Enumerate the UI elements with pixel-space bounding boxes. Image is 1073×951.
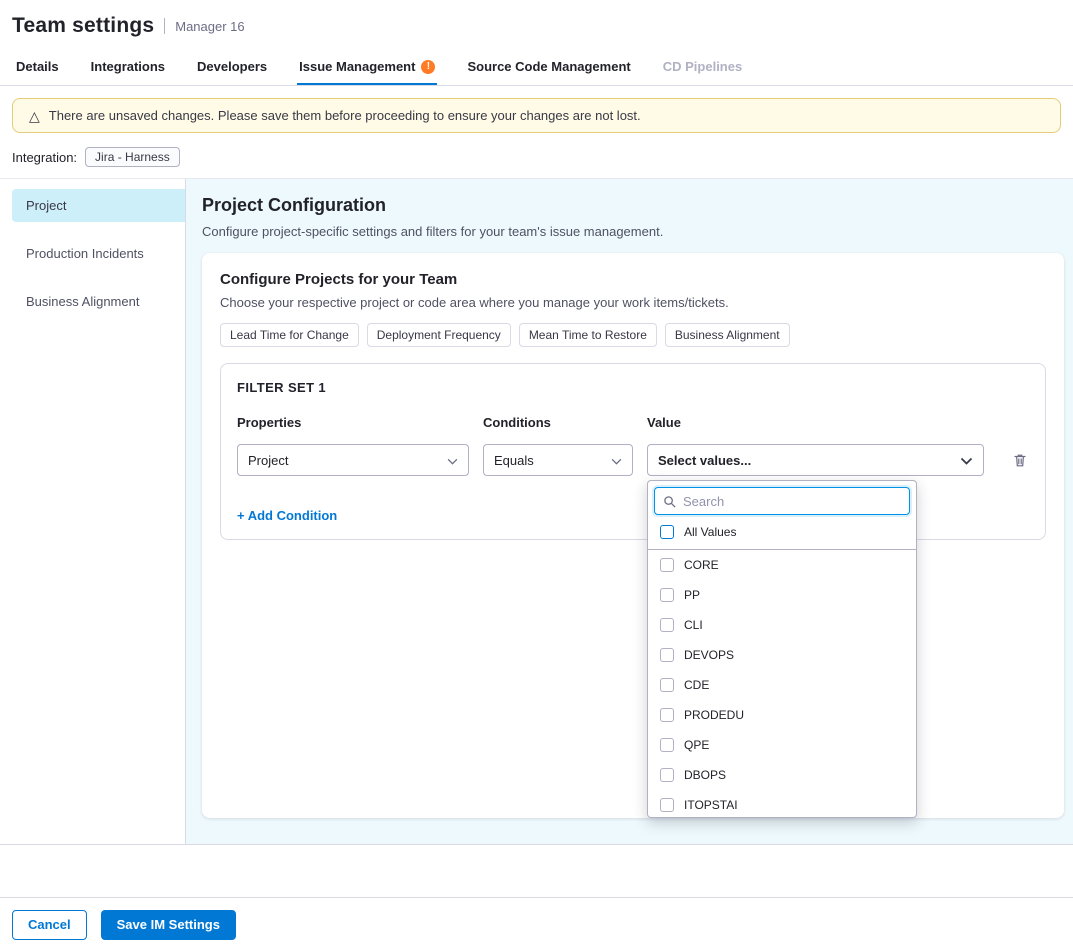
dropdown-option[interactable]: ITOPSTAI bbox=[648, 790, 916, 818]
condition-select-value: Equals bbox=[494, 453, 534, 468]
save-im-settings-button[interactable]: Save IM Settings bbox=[101, 910, 236, 940]
tab-bar: Details Integrations Developers Issue Ma… bbox=[0, 48, 1073, 86]
option-label: CDE bbox=[684, 678, 709, 692]
dropdown-option[interactable]: QPE bbox=[648, 730, 916, 760]
delete-filter-row-button[interactable] bbox=[1012, 452, 1028, 469]
tab-label: Developers bbox=[197, 59, 267, 74]
integration-row: Integration: Jira - Harness bbox=[0, 145, 1073, 179]
properties-column-header: Properties bbox=[237, 415, 469, 430]
tab-cd-pipelines: CD Pipelines bbox=[661, 48, 744, 85]
tab-label: Source Code Management bbox=[467, 59, 630, 74]
condition-select[interactable]: Equals bbox=[483, 444, 633, 476]
metric-chip: Deployment Frequency bbox=[367, 323, 511, 347]
option-label: DBOPS bbox=[684, 768, 726, 782]
page-title: Team settings bbox=[12, 14, 154, 38]
tab-label: Integrations bbox=[91, 59, 165, 74]
checkbox[interactable] bbox=[660, 708, 674, 722]
value-select[interactable]: Select values... bbox=[647, 444, 984, 476]
value-dropdown-panel: All Values CORE PP bbox=[647, 480, 917, 818]
value-select-placeholder: Select values... bbox=[658, 453, 751, 468]
title-divider bbox=[164, 18, 165, 34]
card-subtitle: Choose your respective project or code a… bbox=[220, 295, 1046, 310]
dropdown-option[interactable]: DEVOPS bbox=[648, 640, 916, 670]
value-select-wrapper: Select values... bbox=[647, 444, 984, 476]
tab-label: CD Pipelines bbox=[663, 59, 742, 74]
configure-projects-card: Configure Projects for your Team Choose … bbox=[202, 253, 1064, 818]
sidebar-item-production-incidents[interactable]: Production Incidents bbox=[12, 237, 185, 270]
warning-icon: △︎ bbox=[29, 109, 40, 123]
dropdown-option[interactable]: PP bbox=[648, 580, 916, 610]
checkbox[interactable] bbox=[660, 648, 674, 662]
option-label: DEVOPS bbox=[684, 648, 734, 662]
dropdown-option[interactable]: CLI bbox=[648, 610, 916, 640]
checkbox[interactable] bbox=[660, 618, 674, 632]
dropdown-option[interactable]: CDE bbox=[648, 670, 916, 700]
filter-column-headers: Properties Conditions Value bbox=[237, 415, 1029, 430]
page-subtitle: Manager 16 bbox=[175, 19, 244, 34]
select-all-option[interactable]: All Values bbox=[648, 517, 916, 550]
metric-chip-row: Lead Time for Change Deployment Frequenc… bbox=[220, 323, 1046, 347]
tab-label: Details bbox=[16, 59, 59, 74]
tab-developers[interactable]: Developers bbox=[195, 48, 269, 85]
dropdown-search bbox=[654, 487, 910, 515]
tab-issue-management[interactable]: Issue Management ! bbox=[297, 48, 437, 85]
checkbox[interactable] bbox=[660, 678, 674, 692]
checkbox[interactable] bbox=[660, 558, 674, 572]
option-label: ITOPSTAI bbox=[684, 798, 738, 812]
footer-bar: Cancel Save IM Settings bbox=[0, 897, 1073, 951]
dropdown-option[interactable]: CORE bbox=[648, 550, 916, 580]
dropdown-option[interactable]: PRODEDU bbox=[648, 700, 916, 730]
metric-chip: Business Alignment bbox=[665, 323, 790, 347]
settings-sidebar: Project Production Incidents Business Al… bbox=[0, 179, 186, 844]
option-label: PP bbox=[684, 588, 700, 602]
tab-source-code-management[interactable]: Source Code Management bbox=[465, 48, 632, 85]
dropdown-option[interactable]: DBOPS bbox=[648, 760, 916, 790]
sidebar-item-business-alignment[interactable]: Business Alignment bbox=[12, 285, 185, 318]
property-select[interactable]: Project bbox=[237, 444, 469, 476]
option-label: CORE bbox=[684, 558, 719, 572]
content-area: Project Production Incidents Business Al… bbox=[0, 179, 1073, 845]
search-input[interactable] bbox=[654, 487, 910, 515]
property-select-value: Project bbox=[248, 453, 288, 468]
warning-text: There are unsaved changes. Please save t… bbox=[49, 108, 641, 123]
footer-spacer bbox=[0, 845, 1073, 897]
metric-chip: Lead Time for Change bbox=[220, 323, 359, 347]
unsaved-changes-banner: △︎ There are unsaved changes. Please sav… bbox=[12, 98, 1061, 133]
cancel-button[interactable]: Cancel bbox=[12, 910, 87, 940]
section-subtitle: Configure project-specific settings and … bbox=[202, 224, 1064, 239]
checkbox[interactable] bbox=[660, 525, 674, 539]
main-panel: Project Configuration Configure project-… bbox=[186, 179, 1073, 844]
tab-details[interactable]: Details bbox=[14, 48, 61, 85]
tab-label: Issue Management bbox=[299, 59, 415, 74]
checkbox[interactable] bbox=[660, 738, 674, 752]
sidebar-item-project[interactable]: Project bbox=[12, 189, 185, 222]
conditions-column-header: Conditions bbox=[483, 415, 633, 430]
filter-set-1: FILTER SET 1 Properties Conditions Value… bbox=[220, 363, 1046, 540]
add-condition-button[interactable]: + Add Condition bbox=[237, 508, 337, 523]
chevron-down-icon bbox=[611, 453, 622, 468]
chevron-down-icon bbox=[447, 453, 458, 468]
card-title: Configure Projects for your Team bbox=[220, 271, 1046, 288]
section-title: Project Configuration bbox=[202, 195, 1064, 216]
tab-integrations[interactable]: Integrations bbox=[89, 48, 167, 85]
option-label: QPE bbox=[684, 738, 709, 752]
select-all-label: All Values bbox=[684, 525, 736, 539]
checkbox[interactable] bbox=[660, 798, 674, 812]
page-header: Team settings Manager 16 bbox=[0, 0, 1073, 48]
integration-chip[interactable]: Jira - Harness bbox=[85, 147, 180, 167]
alert-badge-icon: ! bbox=[421, 60, 435, 74]
integration-label: Integration: bbox=[12, 150, 77, 165]
metric-chip: Mean Time to Restore bbox=[519, 323, 657, 347]
option-label: PRODEDU bbox=[684, 708, 744, 722]
search-icon bbox=[663, 495, 676, 508]
chevron-down-icon bbox=[960, 453, 973, 468]
checkbox[interactable] bbox=[660, 768, 674, 782]
value-column-header: Value bbox=[647, 415, 984, 430]
option-label: CLI bbox=[684, 618, 703, 632]
filter-set-title: FILTER SET 1 bbox=[237, 380, 1029, 395]
checkbox[interactable] bbox=[660, 588, 674, 602]
filter-row: Project Equals Select values... bbox=[237, 444, 1029, 476]
